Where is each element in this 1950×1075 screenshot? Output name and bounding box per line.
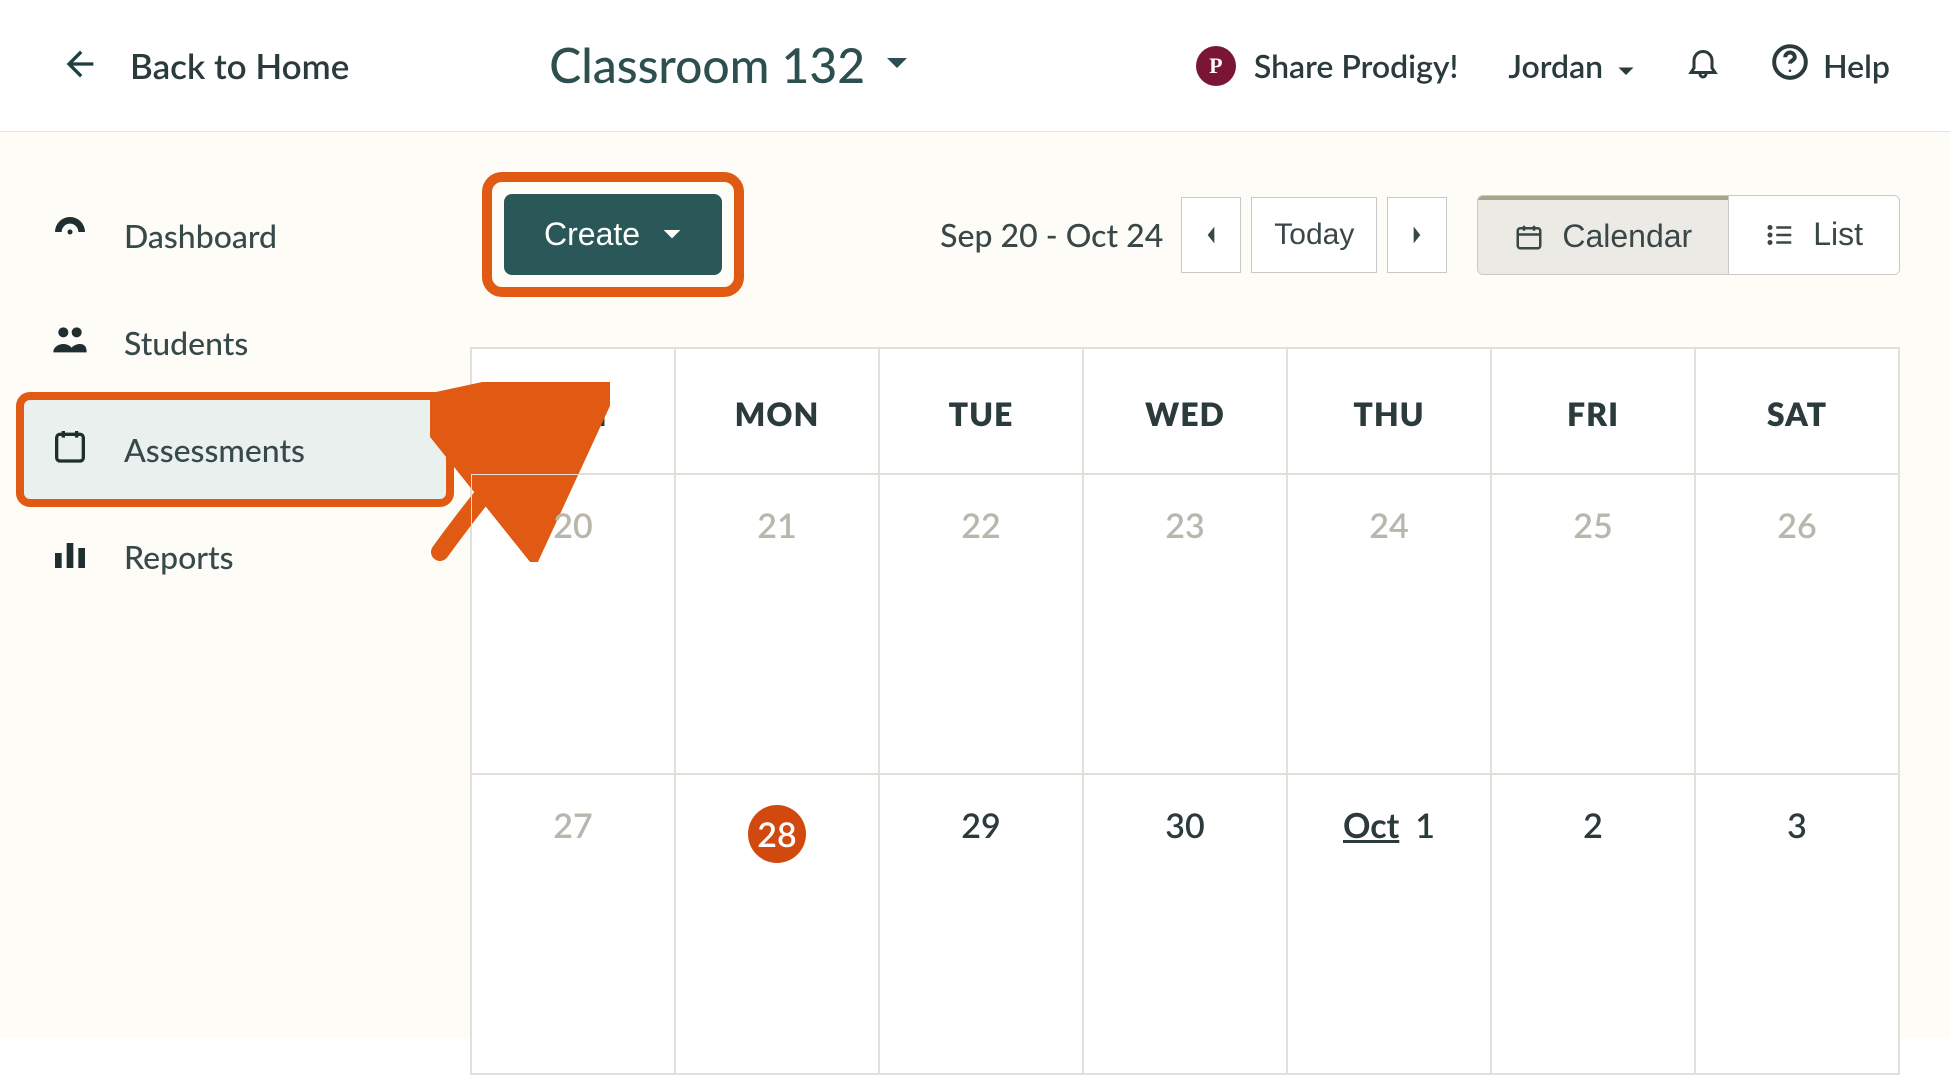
main-area: Dashboard Students Assessments Reports	[0, 132, 1950, 1038]
sidebar-item-reports[interactable]: Reports	[20, 503, 450, 610]
calendar-body: 2021222324252627282930Oct123	[471, 474, 1899, 1074]
chevron-right-icon	[1410, 225, 1424, 245]
calendar-day-cell[interactable]: 28	[675, 774, 879, 1074]
chevron-left-icon	[1204, 225, 1218, 245]
calendar-view-label: Calendar	[1562, 218, 1692, 255]
assessments-toolbar: Create Sep 20 - Oct 24 Today	[470, 172, 1900, 297]
day-number-label: 1	[1415, 805, 1435, 846]
back-to-home-link[interactable]: Back to Home	[130, 45, 349, 87]
day-number-label: 30	[1165, 805, 1204, 846]
sidebar-item-label: Assessments	[124, 430, 305, 469]
day-number-label: 23	[1165, 505, 1204, 546]
share-prodigy-label: Share Prodigy!	[1254, 46, 1459, 85]
chevron-down-icon	[1617, 46, 1635, 85]
day-number-label: 22	[961, 505, 1000, 546]
calendar-day-header: SUN	[471, 348, 675, 474]
calendar-header-row: SUNMONTUEWEDTHUFRISAT	[471, 348, 1899, 474]
create-button-highlight: Create	[482, 172, 744, 297]
help-label: Help	[1823, 46, 1890, 85]
content-panel: Create Sep 20 - Oct 24 Today	[470, 132, 1950, 1038]
calendar-icon	[1514, 222, 1544, 252]
calendar-day-cell[interactable]: 25	[1491, 474, 1695, 774]
list-icon	[1765, 220, 1795, 250]
day-number-label: 26	[1777, 505, 1816, 546]
calendar-day-header: MON	[675, 348, 879, 474]
calendar-day-header: WED	[1083, 348, 1287, 474]
create-button[interactable]: Create	[504, 194, 722, 275]
day-number-label: 27	[553, 805, 592, 846]
calendar-grid: SUNMONTUEWEDTHUFRISAT 202122232425262728…	[470, 347, 1900, 1075]
calendar-day-cell[interactable]: 27	[471, 774, 675, 1074]
day-number-label: 24	[1369, 505, 1408, 546]
date-range-label: Sep 20 - Oct 24	[940, 215, 1163, 254]
list-view-label: List	[1813, 216, 1863, 253]
students-icon	[50, 319, 90, 366]
calendar-day-cell[interactable]: 3	[1695, 774, 1899, 1074]
user-name-label: Jordan	[1508, 46, 1603, 85]
sidebar-item-label: Students	[124, 323, 248, 362]
calendar-day-header: FRI	[1491, 348, 1695, 474]
sidebar-item-label: Reports	[124, 537, 234, 576]
topbar-right: P Share Prodigy! Jordan Help	[1196, 42, 1890, 89]
back-arrow-icon[interactable]	[60, 44, 100, 88]
calendar-day-cell[interactable]: 21	[675, 474, 879, 774]
calendar-day-cell[interactable]: 30	[1083, 774, 1287, 1074]
calendar-day-cell[interactable]: 29	[879, 774, 1083, 1074]
month-prefix-label: Oct	[1343, 805, 1399, 846]
day-number-label: 20	[553, 505, 592, 546]
classroom-title: Classroom 132	[549, 37, 865, 94]
view-toggle: Calendar List	[1477, 195, 1900, 275]
create-button-label: Create	[544, 216, 640, 253]
help-link[interactable]: Help	[1771, 43, 1890, 88]
next-button[interactable]	[1387, 197, 1447, 273]
sidebar-item-assessments[interactable]: Assessments	[20, 396, 450, 503]
sidebar-item-dashboard[interactable]: Dashboard	[20, 182, 450, 289]
date-nav-group: Today	[1181, 197, 1447, 273]
calendar-day-cell[interactable]: 24	[1287, 474, 1491, 774]
prev-button[interactable]	[1181, 197, 1241, 273]
notification-bell-icon[interactable]	[1685, 42, 1721, 89]
calendar-day-cell[interactable]: 20	[471, 474, 675, 774]
calendar-day-cell[interactable]: 2	[1491, 774, 1695, 1074]
sidebar-item-label: Dashboard	[124, 216, 277, 255]
assessments-icon	[50, 426, 90, 473]
calendar-day-header: THU	[1287, 348, 1491, 474]
calendar-day-cell[interactable]: 23	[1083, 474, 1287, 774]
sidebar: Dashboard Students Assessments Reports	[0, 132, 470, 1038]
top-bar: Back to Home Classroom 132 P Share Prodi…	[0, 0, 1950, 132]
topbar-left: Back to Home	[60, 44, 349, 88]
today-button-label: Today	[1274, 218, 1354, 252]
calendar-day-header: TUE	[879, 348, 1083, 474]
sidebar-item-students[interactable]: Students	[20, 289, 450, 396]
calendar-day-cell[interactable]: 26	[1695, 474, 1899, 774]
user-menu[interactable]: Jordan	[1508, 46, 1635, 85]
chevron-down-icon	[885, 56, 909, 76]
prodigy-badge-icon: P	[1196, 46, 1236, 86]
day-number-label: 28	[748, 805, 806, 863]
day-number-label: 2	[1583, 805, 1603, 846]
list-view-button[interactable]: List	[1728, 196, 1899, 274]
today-button[interactable]: Today	[1251, 197, 1377, 273]
calendar-view-button[interactable]: Calendar	[1478, 196, 1728, 274]
reports-icon	[50, 533, 90, 580]
share-prodigy-link[interactable]: P Share Prodigy!	[1196, 46, 1459, 86]
day-number-label: 25	[1573, 505, 1612, 546]
calendar-day-cell[interactable]: Oct 1	[1287, 774, 1491, 1074]
calendar-day-header: SAT	[1695, 348, 1899, 474]
classroom-selector[interactable]: Classroom 132	[549, 37, 909, 94]
day-number-label: 3	[1787, 805, 1807, 846]
calendar-day-cell[interactable]: 22	[879, 474, 1083, 774]
day-number-label: 29	[961, 805, 1000, 846]
help-icon	[1771, 43, 1809, 88]
chevron-down-icon	[662, 228, 682, 242]
dashboard-icon	[50, 212, 90, 259]
day-number-label: 21	[757, 505, 796, 546]
